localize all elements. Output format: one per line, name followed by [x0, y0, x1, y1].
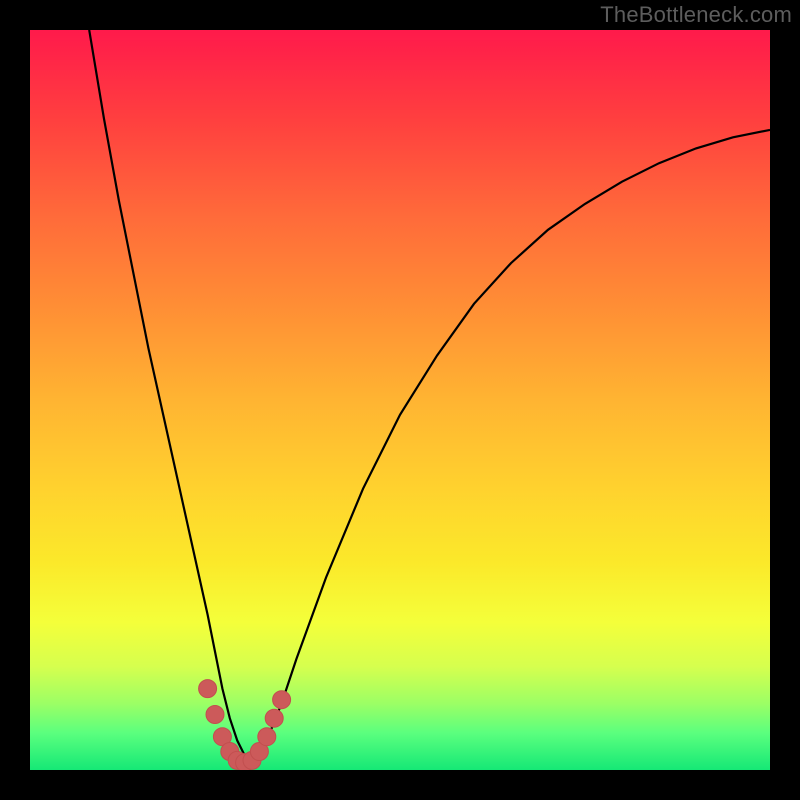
plot-area — [30, 30, 770, 770]
minimum-marker — [273, 691, 291, 709]
watermark-text: TheBottleneck.com — [600, 2, 792, 28]
bottleneck-curve-path — [89, 30, 770, 761]
bottleneck-curve-svg — [30, 30, 770, 770]
minimum-marker — [206, 706, 224, 724]
minimum-marker — [258, 728, 276, 746]
chart-frame: TheBottleneck.com — [0, 0, 800, 800]
minimum-marker-group — [199, 680, 291, 770]
minimum-marker — [265, 709, 283, 727]
minimum-marker — [199, 680, 217, 698]
